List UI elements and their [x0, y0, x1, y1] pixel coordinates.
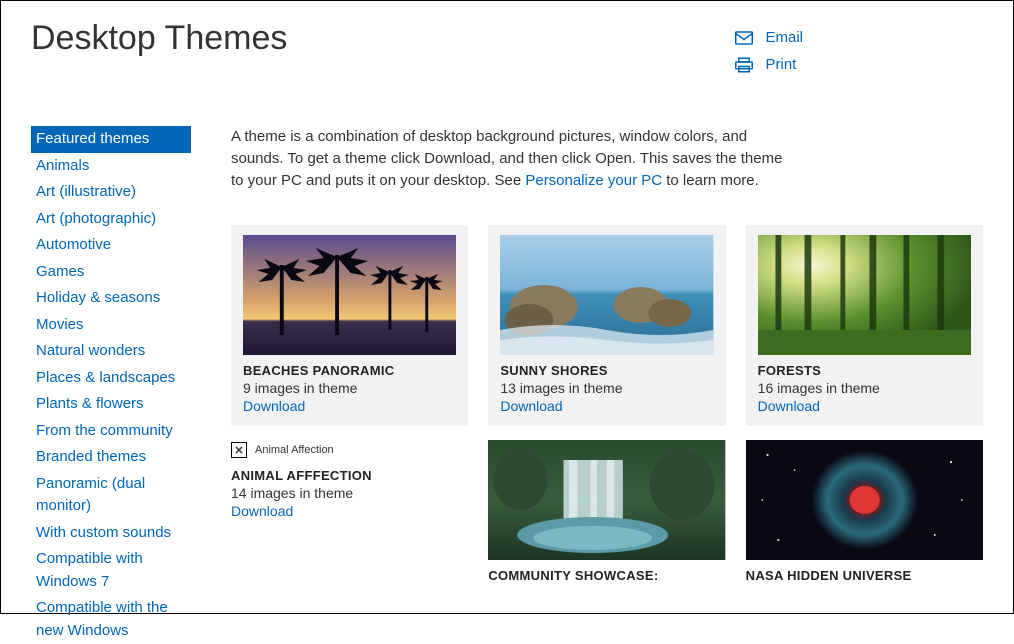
theme-title: SUNNY SHORES [500, 363, 713, 378]
sidebar-item-3[interactable]: Art (photographic) [31, 206, 191, 233]
sidebar-item-5[interactable]: Games [31, 259, 191, 286]
broken-image-icon: ✕ [231, 442, 247, 458]
sidebar-item-8[interactable]: Natural wonders [31, 338, 191, 365]
theme-card-4: COMMUNITY SHOWCASE: [488, 440, 725, 585]
theme-thumbnail[interactable] [488, 440, 725, 560]
theme-card-2: FORESTS 16 images in theme Download [746, 225, 983, 426]
broken-image-placeholder: ✕ Animal Affection [231, 442, 334, 458]
theme-title: FORESTS [758, 363, 971, 378]
sidebar-item-1[interactable]: Animals [31, 153, 191, 180]
theme-image-count: 16 images in theme [758, 380, 971, 396]
category-sidebar: Featured themesAnimalsArt (illustrative)… [31, 126, 191, 644]
sidebar-item-0[interactable]: Featured themes [31, 126, 191, 153]
sidebar-item-9[interactable]: Places & landscapes [31, 365, 191, 392]
theme-title: ANIMAL AFFFECTION [231, 468, 468, 483]
print-link[interactable]: Print [735, 56, 803, 73]
print-icon [735, 57, 753, 73]
theme-image-count: 13 images in theme [500, 380, 713, 396]
theme-thumbnail[interactable] [243, 235, 456, 355]
email-link[interactable]: Email [735, 29, 803, 46]
download-link[interactable]: Download [758, 398, 971, 414]
sidebar-item-12[interactable]: Branded themes [31, 444, 191, 471]
sidebar-item-11[interactable]: From the community [31, 418, 191, 445]
theme-thumbnail[interactable] [746, 440, 983, 560]
sidebar-item-6[interactable]: Holiday & seasons [31, 285, 191, 312]
page-title: Desktop Themes [31, 19, 735, 58]
intro-text: A theme is a combination of desktop back… [231, 126, 791, 191]
theme-image-count: 9 images in theme [243, 380, 456, 396]
theme-thumbnail[interactable] [500, 235, 713, 355]
sidebar-item-7[interactable]: Movies [31, 312, 191, 339]
print-label: Print [765, 56, 796, 73]
theme-thumbnail[interactable] [758, 235, 971, 355]
theme-title: NASA HIDDEN UNIVERSE [746, 568, 983, 583]
email-label: Email [765, 29, 803, 46]
theme-image-count: 14 images in theme [231, 485, 468, 501]
theme-title: COMMUNITY SHOWCASE: [488, 568, 725, 583]
sidebar-item-2[interactable]: Art (illustrative) [31, 179, 191, 206]
broken-image-alt: Animal Affection [255, 444, 334, 456]
personalize-link[interactable]: Personalize your PC [525, 172, 662, 189]
theme-card-1: SUNNY SHORES 13 images in theme Download [488, 225, 725, 426]
sidebar-item-4[interactable]: Automotive [31, 232, 191, 259]
sidebar-item-13[interactable]: Panoramic (dual monitor) [31, 471, 191, 520]
download-link[interactable]: Download [500, 398, 713, 414]
sidebar-item-16[interactable]: Compatible with the new Windows [31, 595, 191, 644]
theme-title: BEACHES PANORAMIC [243, 363, 456, 378]
download-link[interactable]: Download [231, 503, 468, 519]
themes-grid: BEACHES PANORAMIC 9 images in theme Downlo… [231, 225, 983, 585]
sidebar-item-14[interactable]: With custom sounds [31, 520, 191, 547]
theme-card-5: NASA HIDDEN UNIVERSE [746, 440, 983, 585]
sidebar-item-15[interactable]: Compatible with Windows 7 [31, 546, 191, 595]
sidebar-item-10[interactable]: Plants & flowers [31, 391, 191, 418]
email-icon [735, 30, 753, 46]
theme-card-0: BEACHES PANORAMIC 9 images in theme Downlo… [231, 225, 468, 426]
theme-card-3: ✕ Animal Affection ANIMAL AFFFECTION 14 ima… [231, 440, 468, 585]
download-link[interactable]: Download [243, 398, 456, 414]
